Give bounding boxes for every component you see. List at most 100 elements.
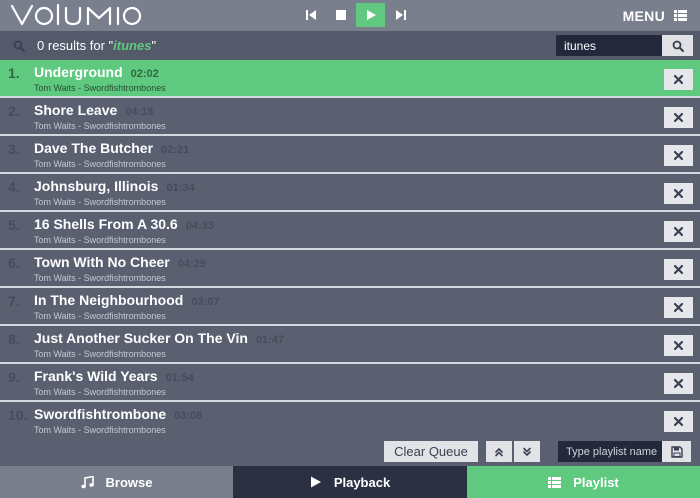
queue-track-row[interactable]: 3. Dave The Butcher 02:21 Tom Waits - Swo…	[0, 136, 700, 174]
play-button[interactable]	[356, 3, 385, 27]
track-artist: Tom Waits - Swordfishtrombones	[34, 197, 166, 207]
search-icon	[13, 40, 25, 52]
track-title-line: Johnsburg, Illinois 01:34	[34, 178, 195, 194]
clear-queue-button[interactable]: Clear Queue	[384, 441, 478, 462]
menu-list-icon	[674, 10, 687, 21]
remove-track-button[interactable]	[664, 69, 693, 90]
tab-playlist[interactable]: Playlist	[467, 466, 700, 498]
track-number: 1.	[8, 65, 20, 81]
queue-track-row[interactable]: 2. Shore Leave 04:18 Tom Waits - Swordfis…	[0, 98, 700, 136]
remove-track-button[interactable]	[664, 259, 693, 280]
track-artist: Tom Waits - Swordfishtrombones	[34, 83, 166, 93]
track-title-line: Underground 02:02	[34, 64, 159, 80]
remove-track-button[interactable]	[664, 183, 693, 204]
track-duration: 01:47	[255, 334, 285, 346]
track-duration: 01:34	[166, 182, 195, 194]
stop-icon	[335, 10, 346, 20]
remove-track-button[interactable]	[664, 221, 693, 242]
track-artist: Tom Waits - Swordfishtrombones	[34, 349, 166, 359]
track-duration: 02:02	[130, 68, 159, 80]
track-title: Town With No Cheer	[34, 254, 170, 270]
track-number: 2.	[8, 103, 20, 119]
queue-track-row[interactable]: 10. Swordfishtrombone 03:08 Tom Waits - S…	[0, 402, 700, 438]
track-artist: Tom Waits - Swordfishtrombones	[34, 159, 166, 169]
previous-icon	[305, 10, 316, 20]
close-icon	[674, 265, 683, 274]
scroll-up-button[interactable]	[486, 441, 512, 462]
track-duration: 03:08	[174, 410, 203, 422]
track-duration: 04:18	[125, 106, 154, 118]
track-artist: Tom Waits - Swordfishtrombones	[34, 273, 166, 283]
track-duration: 04:29	[177, 258, 206, 270]
playlist-name-input[interactable]	[558, 441, 662, 462]
menu-button[interactable]: MENU	[623, 0, 687, 31]
scroll-down-button[interactable]	[514, 441, 540, 462]
search-button[interactable]	[662, 35, 693, 56]
stop-button[interactable]	[326, 3, 355, 27]
queue-track-row[interactable]: 8. Just Another Sucker On The Vin 01:47 T…	[0, 326, 700, 364]
track-number: 5.	[8, 217, 20, 233]
queue-track-row[interactable]: 6. Town With No Cheer 04:29 Tom Waits - S…	[0, 250, 700, 288]
track-title-line: Frank's Wild Years 01:54	[34, 368, 194, 384]
next-button[interactable]	[386, 3, 415, 27]
results-count: 0	[37, 38, 45, 53]
close-icon	[674, 417, 683, 426]
search-input[interactable]	[556, 35, 662, 56]
results-suffix: "	[151, 38, 157, 53]
queue-track-row[interactable]: 7. In The Neighbourhood 03:07 Tom Waits -…	[0, 288, 700, 326]
tab-browse-label: Browse	[105, 474, 153, 490]
tab-playback[interactable]: Playback	[233, 466, 467, 498]
search-status-icon-wrap	[13, 39, 25, 57]
track-number: 4.	[8, 179, 20, 195]
header: MENU	[0, 0, 700, 31]
queue-track-row[interactable]: 4. Johnsburg, Illinois 01:34 Tom Waits - …	[0, 174, 700, 212]
track-title-line: Just Another Sucker On The Vin 01:47	[34, 330, 284, 346]
double-chevron-down-icon	[523, 447, 531, 456]
volumio-logo-icon	[10, 3, 142, 26]
track-duration: 02:21	[161, 144, 190, 156]
track-title: In The Neighbourhood	[34, 292, 184, 308]
track-title: Johnsburg, Illinois	[34, 178, 159, 194]
close-icon	[674, 341, 683, 350]
track-artist: Tom Waits - Swordfishtrombones	[34, 311, 166, 321]
remove-track-button[interactable]	[664, 107, 693, 128]
bottom-tabs: Browse Playback Playlist	[0, 466, 700, 498]
queue-track-row[interactable]: 5. 16 Shells From A 30.6 04:33 Tom Waits …	[0, 212, 700, 250]
remove-track-button[interactable]	[664, 145, 693, 166]
remove-track-button[interactable]	[664, 373, 693, 394]
save-playlist-button[interactable]	[662, 441, 691, 462]
queue-track-row[interactable]: 1. Underground 02:02 Tom Waits - Swordfis…	[0, 60, 700, 98]
track-title-line: Shore Leave 04:18	[34, 102, 153, 118]
remove-track-button[interactable]	[664, 297, 693, 318]
next-icon	[395, 10, 406, 20]
volumio-logo[interactable]	[10, 2, 142, 28]
track-number: 6.	[8, 255, 20, 271]
track-number: 3.	[8, 141, 20, 157]
track-title: Swordfishtrombone	[34, 406, 167, 422]
previous-button[interactable]	[296, 3, 325, 27]
search-icon	[672, 40, 684, 52]
remove-track-button[interactable]	[664, 335, 693, 356]
list-icon	[548, 476, 562, 488]
track-title: Just Another Sucker On The Vin	[34, 330, 248, 346]
track-artist: Tom Waits - Swordfishtrombones	[34, 387, 166, 397]
close-icon	[674, 227, 683, 236]
tab-browse[interactable]: Browse	[0, 466, 233, 498]
search-results-text: 0 results for "itunes"	[37, 38, 156, 53]
queue-track-row[interactable]: 9. Frank's Wild Years 01:54 Tom Waits - S…	[0, 364, 700, 402]
track-title-line: Swordfishtrombone 03:08	[34, 406, 202, 422]
music-note-icon	[80, 475, 94, 489]
menu-label: MENU	[622, 7, 665, 24]
track-title: 16 Shells From A 30.6	[34, 216, 178, 232]
track-duration: 04:33	[185, 220, 214, 232]
track-title: Frank's Wild Years	[34, 368, 158, 384]
results-query: itunes	[113, 38, 152, 53]
tab-playlist-label: Playlist	[573, 474, 619, 490]
close-icon	[674, 151, 683, 160]
remove-track-button[interactable]	[664, 411, 693, 432]
track-number: 8.	[8, 331, 20, 347]
close-icon	[674, 113, 683, 122]
play-icon	[366, 10, 376, 20]
track-artist: Tom Waits - Swordfishtrombones	[34, 425, 166, 435]
track-number: 7.	[8, 293, 20, 309]
